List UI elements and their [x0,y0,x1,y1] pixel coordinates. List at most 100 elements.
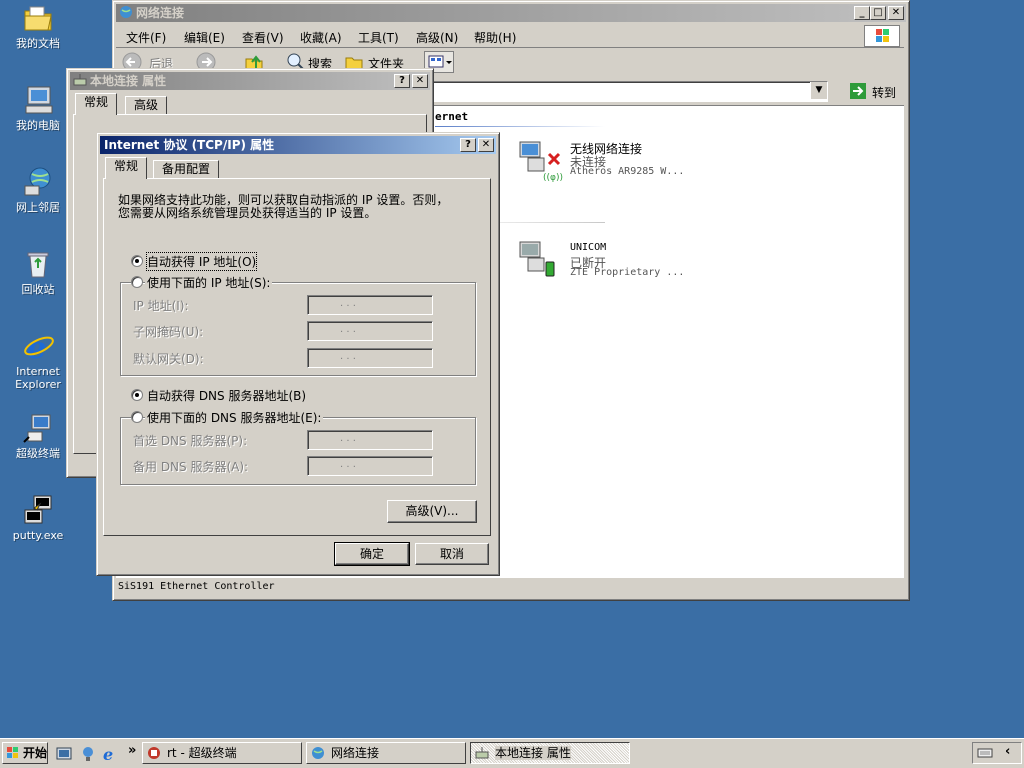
section-divider [435,126,605,127]
menu-favorites[interactable]: 收藏(A) [300,29,342,46]
network-adapter-icon [73,73,87,87]
tab-panel: 如果网络支持此功能，则可以获取自动指派的 IP 设置。否则， 您需要从网络系统管… [103,178,491,536]
network-folder-icon [311,746,325,760]
desktop-icon-label: Internet Explorer [15,365,61,391]
preferred-dns-label: 首选 DNS 服务器(P): [133,434,248,448]
subnet-mask-placeholder: . . . [340,324,356,335]
help-button[interactable]: ? [394,74,410,88]
alternate-dns-label: 备用 DNS 服务器(A): [133,460,249,474]
cancel-button[interactable]: 取消 [415,543,489,565]
desktop-icon-label: putty.exe [12,529,64,542]
desktop-icon-recycle-bin[interactable]: 回收站 [2,248,74,296]
go-button-label[interactable]: 转到 [872,84,896,101]
close-button[interactable]: ✕ [412,74,428,88]
menu-view[interactable]: 查看(V) [242,29,284,46]
help-button[interactable]: ? [460,138,476,152]
window-title: 网络连接 [136,6,185,20]
task-local-connection-properties[interactable]: 本地连接 属性 [470,742,630,764]
manual-ip-label[interactable]: 使用下面的 IP 地址(S): [145,274,273,291]
window-title: Internet 协议 (TCP/IP) 属性 [104,138,275,152]
tab-advanced[interactable]: 高级 [125,96,168,115]
maximize-button[interactable]: □ [870,6,886,20]
menu-edit[interactable]: 编辑(E) [184,29,225,46]
network-folder-icon [119,5,133,19]
media-player-icon[interactable] [80,746,96,765]
desktop-icon-hyperterminal[interactable]: 超级终端 [2,412,74,460]
auto-dns-radio[interactable] [131,389,143,401]
address-input[interactable]: ▼ [432,81,828,102]
connection-item-unicom[interactable]: UNICOM 已断开 ZTE Proprietary ... [516,236,716,286]
tab-alternate-configuration[interactable]: 备用配置 [153,160,220,179]
keyboard-icon[interactable] [977,746,993,763]
start-label: 开始 [23,746,48,760]
minimize-button[interactable]: _ [854,6,870,20]
quick-launch-chevron[interactable]: » [128,743,136,758]
window-titlebar[interactable]: 本地连接 属性 ? ✕ [70,72,430,90]
tab-general[interactable]: 常规 [105,157,148,179]
manual-dns-radio[interactable] [131,411,143,423]
desktop-icon-putty[interactable]: putty.exe [2,494,74,542]
close-button[interactable]: ✕ [888,6,904,20]
auto-ip-radio[interactable] [131,255,143,267]
show-desktop-icon[interactable] [56,746,72,765]
internet-explorer-icon[interactable]: e [102,745,118,766]
section-heading: ernet [435,110,469,123]
preferred-dns-field[interactable]: . . . [307,430,433,450]
system-tray: ‹ [972,742,1022,764]
status-text: SiS191 Ethernet Controller [118,581,275,592]
alternate-dns-placeholder: . . . [340,459,356,470]
start-button[interactable]: 开始 [2,742,48,764]
window-titlebar[interactable]: 网络连接 _ □ ✕ [116,4,906,22]
manual-dns-label[interactable]: 使用下面的 DNS 服务器地址(E): [145,409,324,426]
menu-help[interactable]: 帮助(H) [474,29,516,46]
quick-launch: e » [54,743,140,765]
ok-button[interactable]: 确定 [334,542,410,566]
chevron-down-icon[interactable]: ▼ [810,82,827,99]
desktop-icon-internet-explorer[interactable]: e Internet Explorer [2,330,74,391]
tcpip-properties-dialog: Internet 协议 (TCP/IP) 属性 ? ✕ 常规 备用配置 如果网络… [96,132,500,576]
hyperterminal-icon [147,746,161,760]
status-bar: SiS191 Ethernet Controller [116,579,904,597]
desktop-icon-label: 网上邻居 [16,201,60,214]
ip-address-placeholder: . . . [340,298,356,309]
manual-ip-radio[interactable] [131,276,143,288]
auto-ip-label[interactable]: 自动获得 IP 地址(O) [145,252,258,271]
default-gateway-placeholder: . . . [340,351,356,362]
tray-chevron-icon[interactable]: ‹ [1005,744,1010,759]
desktop-icon-label: 我的文档 [16,37,60,50]
subnet-mask-field[interactable]: . . . [307,321,433,341]
internet-explorer-icon: e [22,330,54,366]
task-label: rt - 超级终端 [167,746,237,760]
taskbar: 开始 e » rt - 超级终端 网络连接 本地连接 属性 ‹ [0,738,1024,768]
svg-text:e: e [27,331,46,362]
connection-device: ZTE Proprietary ... [570,267,685,278]
desktop-icon-my-computer[interactable]: 我的电脑 [2,84,74,132]
default-gateway-field[interactable]: . . . [307,348,433,368]
menu-tools[interactable]: 工具(T) [358,29,399,46]
menu-advanced[interactable]: 高级(N) [416,29,458,46]
putty-icon [22,494,54,526]
default-gateway-label: 默认网关(D): [133,352,204,366]
connection-device: Atheros AR9285 W... [570,166,685,177]
subnet-mask-label: 子网掩码(U): [133,325,204,339]
go-arrow-icon[interactable] [850,83,866,99]
ip-address-field[interactable]: . . . [307,295,433,315]
connection-item-wireless[interactable]: ((φ)) 无线网络连接 未连接 Atheros AR9285 W... [516,136,716,186]
folder-icon [22,2,54,34]
tab-general[interactable]: 常规 [75,93,118,115]
task-network-connections[interactable]: 网络连接 [306,742,466,764]
window-titlebar[interactable]: Internet 协议 (TCP/IP) 属性 ? ✕ [100,136,496,154]
alternate-dns-field[interactable]: . . . [307,456,433,476]
dialup-connection-icon [516,236,564,287]
auto-dns-label[interactable]: 自动获得 DNS 服务器地址(B) [147,387,306,404]
preferred-dns-placeholder: . . . [340,433,356,444]
advanced-button[interactable]: 高级(V)... [387,500,477,523]
close-button[interactable]: ✕ [478,138,494,152]
desktop-icon-my-documents[interactable]: 我的文档 [2,2,74,50]
menu-file[interactable]: 文件(F) [126,29,166,46]
desktop-icon-label: 超级终端 [16,447,60,460]
connection-name: UNICOM [570,242,607,253]
task-hyperterminal[interactable]: rt - 超级终端 [142,742,302,764]
desktop-icon-network-places[interactable]: 网上邻居 [2,166,74,214]
desktop-icon-label: 我的电脑 [16,119,60,132]
